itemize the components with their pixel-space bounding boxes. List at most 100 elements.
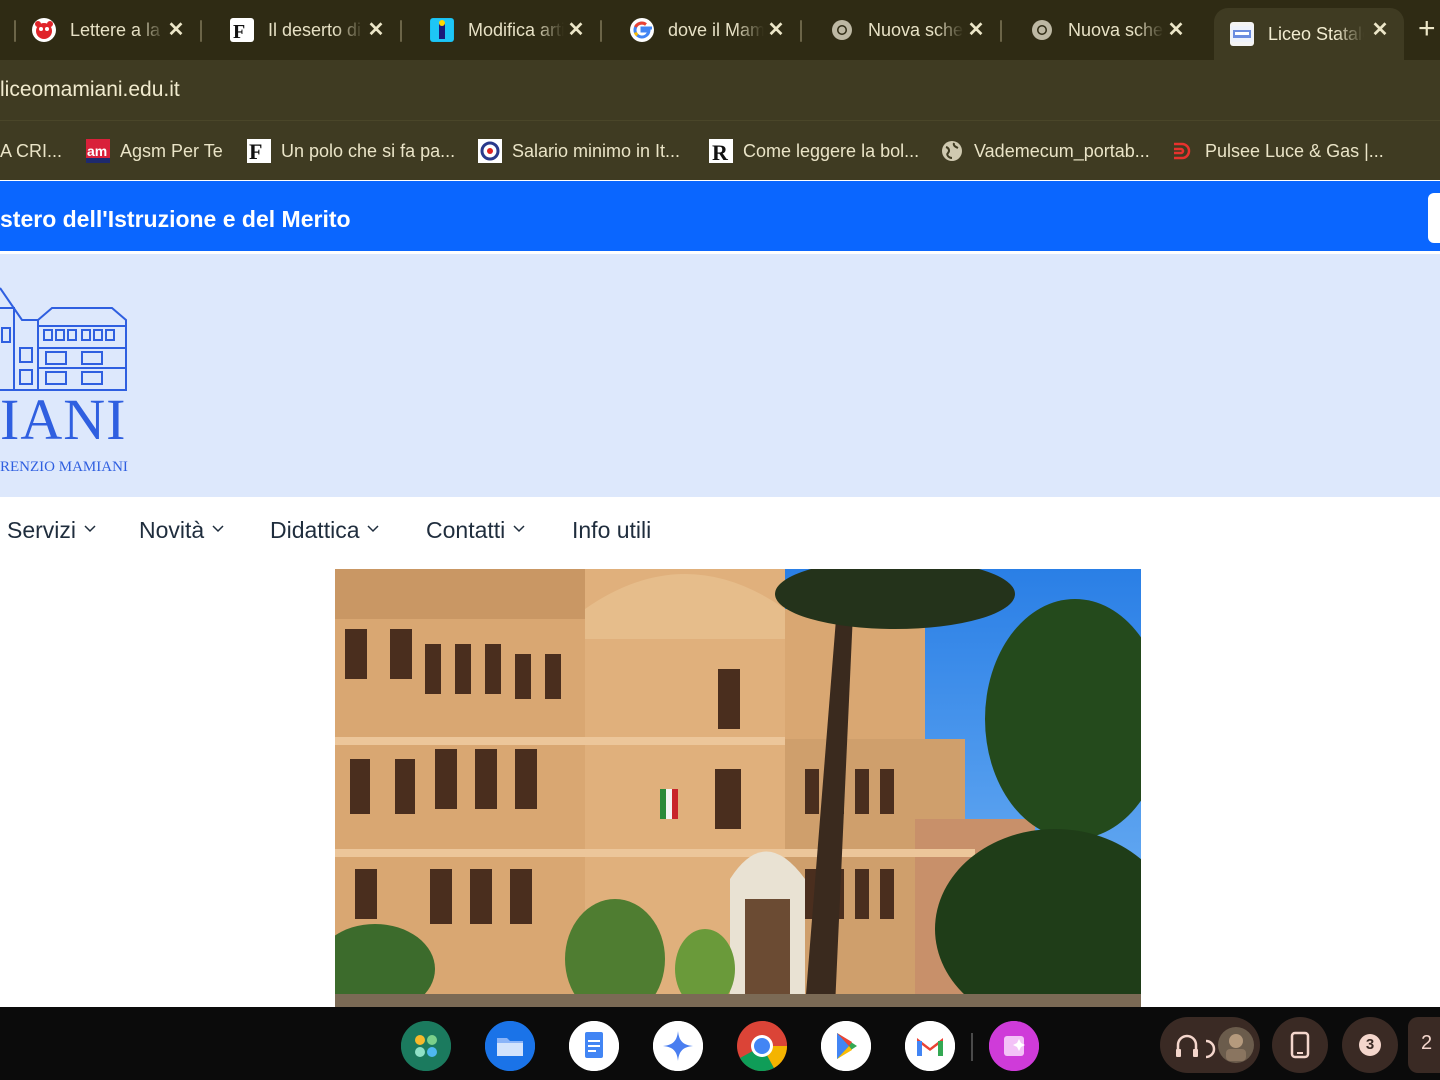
header-action-button[interactable] (1428, 193, 1440, 243)
ministry-bar: stero dell'Istruzione e del Merito (0, 181, 1440, 251)
globe-icon (940, 139, 964, 163)
close-icon[interactable]: ✕ (1368, 18, 1392, 42)
close-icon[interactable]: ✕ (364, 18, 388, 42)
audio-tray[interactable] (1160, 1017, 1260, 1073)
f-logo-icon: F (230, 18, 254, 42)
chevron-down-icon (513, 524, 525, 532)
phone-hub-icon[interactable] (1272, 1017, 1328, 1073)
pulsee-icon (1171, 139, 1195, 163)
chevron-down-icon (367, 524, 380, 532)
gmail-icon[interactable] (905, 1021, 955, 1071)
site-favicon-icon (1230, 22, 1254, 46)
nav-label: Info utili (572, 517, 652, 543)
tab-lettere[interactable]: Lettere a la redazione ✕ (0, 8, 200, 52)
shelf-divider (971, 1033, 973, 1061)
nav-label: Didattica (270, 517, 360, 543)
site-header: IANI RENZIO MAMIANI (0, 254, 1440, 497)
bookmark-agsm[interactable]: am Agsm Per Te (86, 137, 223, 165)
bookmark-label: Un polo che si fa pa... (281, 140, 456, 161)
docs-icon[interactable] (569, 1021, 619, 1071)
url-field[interactable]: liceomamiani.edu.it (0, 78, 180, 102)
nav-didattica[interactable]: Didattica (270, 517, 380, 544)
blue-figure-icon (430, 18, 454, 42)
tab-strip: Lettere a la redazione ✕ F Il deserto di… (0, 0, 1440, 60)
bookmark-label: A CRI... (0, 140, 63, 161)
nav-contatti[interactable]: Contatti (426, 517, 525, 544)
files-icon[interactable] (485, 1021, 535, 1071)
canvas-icon[interactable] (989, 1021, 1039, 1071)
tab-separator (400, 20, 402, 42)
school-logo[interactable]: IANI RENZIO MAMIANI (0, 278, 140, 478)
ministry-link[interactable]: stero dell'Istruzione e del Merito (0, 206, 351, 233)
chevron-down-icon (84, 524, 96, 532)
new-tab-button[interactable]: + (1418, 14, 1436, 44)
nav-servizi[interactable]: Servizi (7, 517, 96, 544)
close-icon[interactable]: ✕ (164, 18, 188, 42)
notification-count: 3 (1359, 1034, 1381, 1056)
am-icon: am (86, 139, 110, 163)
bookmark-label: Agsm Per Te (120, 140, 223, 161)
tab-separator (1000, 20, 1002, 42)
chrome-icon (830, 18, 854, 42)
main-navigation: Servizi Novità Didattica Contatti Info u… (0, 497, 1440, 569)
nav-novita[interactable]: Novità (139, 517, 224, 544)
play-store-icon[interactable] (821, 1021, 871, 1071)
close-icon[interactable]: ✕ (1164, 18, 1188, 42)
svg-text:R: R (712, 140, 729, 163)
tab-title: Il deserto di (268, 19, 362, 40)
tab-title: dove il Mamiani (668, 19, 764, 40)
red-mascot-icon (32, 18, 56, 42)
bookmark-label: Vademecum_portab... (974, 140, 1150, 161)
launcher-icon[interactable] (401, 1021, 451, 1071)
bookmark-label: Come leggere la bol... (743, 140, 920, 161)
bookmark-vademecum[interactable]: Vademecum_portab... (940, 137, 1150, 165)
close-icon[interactable]: ✕ (764, 18, 788, 42)
tab-nuova-scheda-2[interactable]: Nuova scheda ✕ (1000, 8, 1200, 52)
address-bar: liceomamiani.edu.it (0, 60, 1440, 120)
tab-dove-il-mamiani[interactable]: dove il Mamiani ✕ (600, 8, 800, 52)
tab-title: Lettere a la redazione (70, 19, 166, 40)
tab-deserto[interactable]: F Il deserto di ✕ (200, 8, 400, 52)
bookmark-a-cri[interactable]: A CRI... (0, 137, 62, 165)
bookmark-label: Pulsee Luce & Gas |... (1205, 140, 1384, 161)
f-logo-icon: F (247, 139, 271, 163)
nav-label: Contatti (426, 517, 506, 543)
tab-modifica[interactable]: Modifica articolo ✕ (400, 8, 600, 52)
notification-center[interactable]: 3 (1342, 1017, 1398, 1073)
tab-separator (14, 20, 16, 42)
nav-label: Servizi (7, 517, 77, 543)
google-icon (630, 18, 654, 42)
tab-nuova-scheda-1[interactable]: Nuova scheda ✕ (800, 8, 1000, 52)
close-icon[interactable]: ✕ (564, 18, 588, 42)
hero-school-photo (335, 569, 1141, 1007)
tab-liceo-statale[interactable]: Liceo Statale ✕ (1214, 8, 1404, 60)
svg-text:F: F (233, 21, 245, 41)
clock: 2 (1421, 1032, 1433, 1054)
tab-title: Nuova scheda (1068, 19, 1164, 40)
logo-subtitle: RENZIO MAMIANI (0, 459, 128, 475)
bookmark-label: Salario minimo in It... (512, 140, 681, 161)
bookmark-pulsee[interactable]: Pulsee Luce & Gas |... (1171, 137, 1384, 165)
r-logo-icon: R (709, 139, 733, 163)
q-logo-icon (478, 139, 502, 163)
chrome-icon[interactable] (737, 1021, 788, 1072)
tab-title: Nuova scheda (868, 19, 964, 40)
tab-separator (200, 20, 202, 42)
svg-text:F: F (249, 139, 262, 163)
tab-title: Modifica articolo (468, 19, 564, 40)
tab-title: Liceo Statale (1268, 23, 1364, 44)
chevron-down-icon (212, 524, 224, 532)
bookmarks-bar: A CRI... am Agsm Per Te F Un polo che si… (0, 120, 1440, 180)
bookmark-un-polo[interactable]: F Un polo che si fa pa... (247, 137, 455, 165)
gemini-icon[interactable] (653, 1021, 703, 1071)
nav-info-utili[interactable]: Info utili (572, 517, 651, 544)
svg-text:am: am (87, 143, 107, 159)
bookmark-salario-minimo[interactable]: Salario minimo in It... (478, 137, 680, 165)
bookmark-come-leggere[interactable]: R Come leggere la bol... (709, 137, 919, 165)
tab-separator (800, 20, 802, 42)
close-icon[interactable]: ✕ (964, 18, 988, 42)
status-area[interactable]: 2 (1408, 1017, 1440, 1073)
chrome-icon (1030, 18, 1054, 42)
tab-separator (600, 20, 602, 42)
logo-name: IANI (0, 387, 127, 452)
